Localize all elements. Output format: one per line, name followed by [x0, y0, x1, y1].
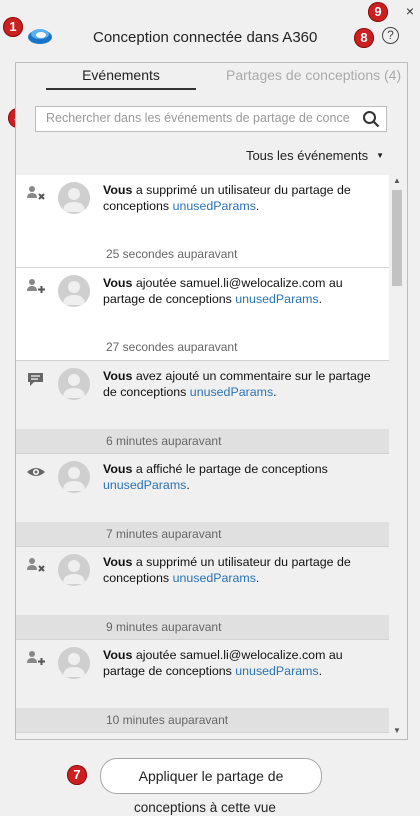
- event-text: Vous a affiché le partage de conceptions…: [103, 462, 328, 492]
- chevron-down-icon: ▼: [376, 151, 384, 160]
- event-timestamp: 6 minutes auparavant: [106, 434, 222, 448]
- avatar: [58, 461, 90, 493]
- avatar: [58, 554, 90, 586]
- callout-marker-7: 7: [67, 765, 87, 785]
- user-added-icon: [27, 279, 45, 293]
- list-item[interactable]: Vous ajoutée samuel.li@welocalize.com au…: [16, 640, 389, 733]
- event-text: Vous a supprimé un utilisateur du partag…: [103, 183, 351, 213]
- tab-design-shares[interactable]: Partages de conceptions (4): [226, 67, 401, 83]
- list-item[interactable]: Vous a supprimé un utilisateur du partag…: [16, 547, 389, 640]
- comment-icon: [28, 373, 43, 386]
- user-added-icon: [27, 651, 45, 665]
- tab-events[interactable]: Evénements: [46, 67, 196, 90]
- apply-share-button-label-continued[interactable]: conceptions à cette vue: [134, 800, 276, 815]
- event-timestamp: 7 minutes auparavant: [106, 527, 222, 541]
- event-list: Vous a supprimé un utilisateur du partag…: [16, 175, 389, 737]
- event-timestamp: 9 minutes auparavant: [106, 620, 222, 634]
- avatar: [58, 275, 90, 307]
- event-timestamp: 10 minutes auparavant: [106, 713, 229, 727]
- apply-share-button[interactable]: Appliquer le partage de: [100, 758, 322, 794]
- search-icon[interactable]: [362, 110, 380, 128]
- event-text: Vous ajoutée samuel.li@welocalize.com au…: [103, 648, 343, 678]
- list-item[interactable]: Vous ajoutée samuel.li@welocalize.com au…: [16, 268, 389, 361]
- a360-logo-icon: [28, 29, 52, 44]
- design-link[interactable]: unusedParams: [173, 199, 256, 213]
- event-filter-label: Tous les événements: [245, 148, 369, 163]
- tab-bar: Evénements Partages de conceptions (4): [16, 63, 405, 90]
- user-removed-icon: [27, 558, 45, 572]
- list-item[interactable]: Vous a supprimé un utilisateur du partag…: [16, 175, 389, 268]
- callout-marker-9: 9: [368, 2, 388, 22]
- eye-icon: [27, 468, 45, 476]
- search-box: [35, 106, 387, 132]
- close-button[interactable]: ×: [406, 3, 414, 19]
- avatar: [58, 368, 90, 400]
- window-title: Conception connectée dans A360: [93, 29, 318, 46]
- design-link[interactable]: unusedParams: [173, 571, 256, 585]
- scrollbar[interactable]: ▲ ▼: [389, 175, 405, 737]
- event-timestamp: 25 secondes auparavant: [106, 247, 238, 261]
- search-input[interactable]: [36, 107, 364, 129]
- help-icon[interactable]: ?: [382, 27, 399, 44]
- scroll-down-icon[interactable]: ▼: [389, 725, 405, 737]
- event-timestamp: 27 secondes auparavant: [106, 340, 238, 354]
- callout-marker-8: 8: [354, 28, 374, 48]
- event-text: Vous ajoutée samuel.li@welocalize.com au…: [103, 276, 343, 306]
- event-text: Vous a supprimé un utilisateur du partag…: [103, 555, 351, 585]
- callout-marker-1: 1: [3, 17, 23, 37]
- user-removed-icon: [27, 186, 45, 200]
- avatar: [58, 647, 90, 679]
- scroll-up-icon[interactable]: ▲: [389, 175, 405, 187]
- design-link[interactable]: unusedParams: [235, 664, 318, 678]
- design-link[interactable]: unusedParams: [190, 385, 273, 399]
- event-text: Vous avez ajouté un commentaire sur le p…: [103, 369, 371, 399]
- list-item[interactable]: Vous a affiché le partage de conceptions…: [16, 454, 389, 547]
- avatar: [58, 182, 90, 214]
- design-link[interactable]: unusedParams: [103, 478, 186, 492]
- scroll-thumb[interactable]: [392, 190, 402, 286]
- design-link[interactable]: unusedParams: [235, 292, 318, 306]
- event-filter-dropdown[interactable]: Tous les événements ▼: [246, 148, 384, 163]
- list-item[interactable]: Vous avez ajouté un commentaire sur le p…: [16, 361, 389, 454]
